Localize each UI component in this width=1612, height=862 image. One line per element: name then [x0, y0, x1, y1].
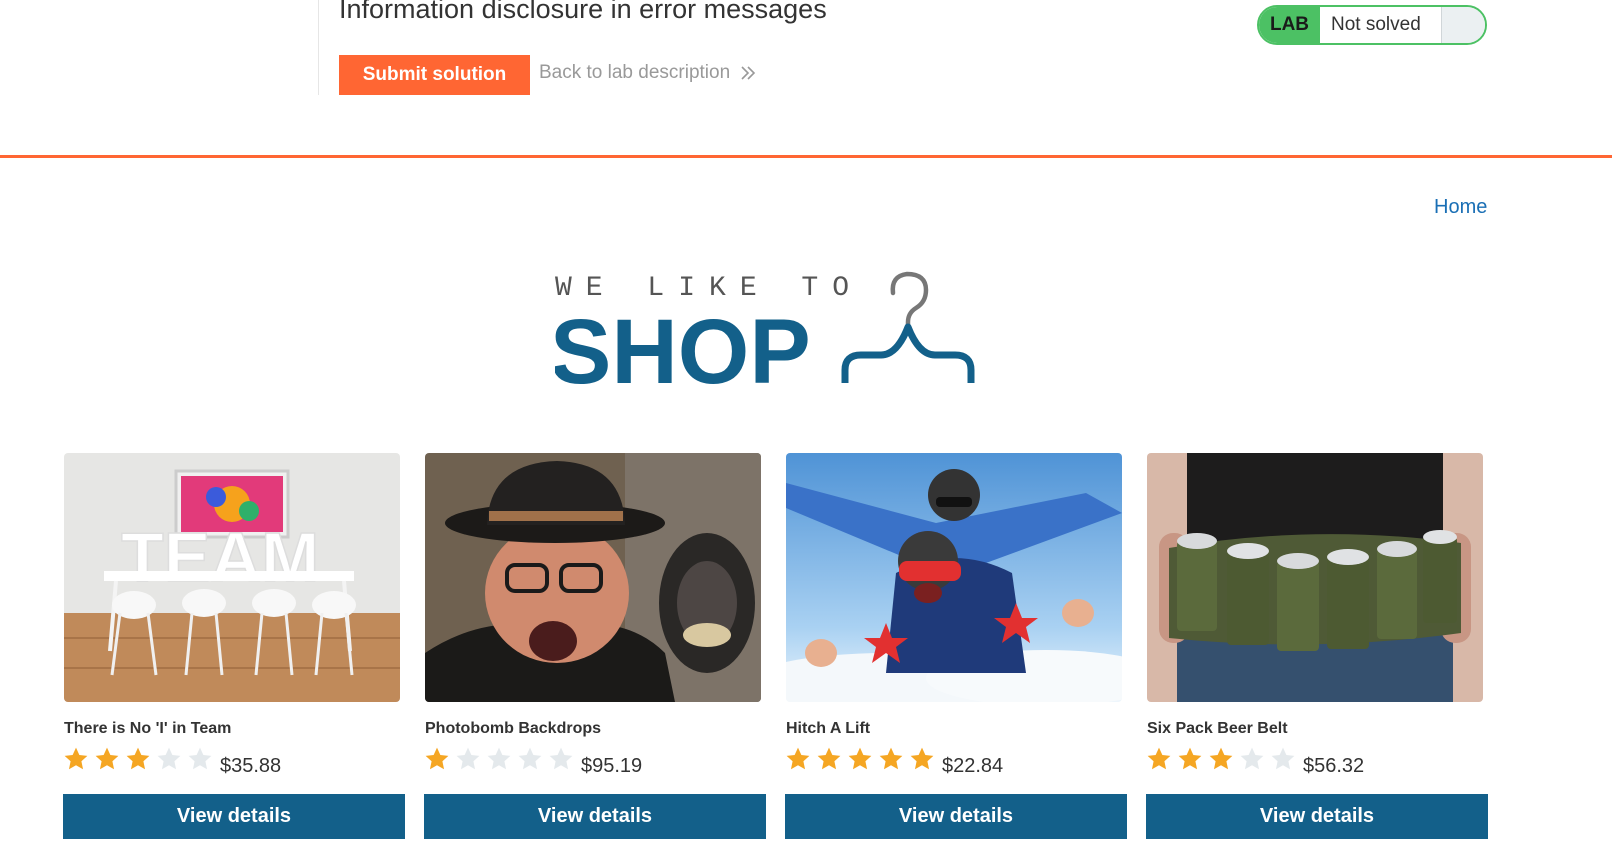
product-image-beer-belt[interactable]: [1147, 453, 1483, 702]
beer-belt-photo: [1147, 453, 1483, 702]
submit-solution-button[interactable]: Submit solution: [339, 55, 530, 95]
star-filled-icon: [126, 747, 150, 770]
star-rating: [63, 746, 218, 772]
star-filled-icon: [64, 747, 88, 770]
product-price: $95.19: [581, 755, 643, 777]
back-to-lab-description-link[interactable]: Back to lab description: [539, 62, 757, 84]
star-empty-icon: [157, 747, 181, 770]
back-link-label: Back to lab description: [539, 62, 731, 83]
star-filled-icon: [879, 747, 903, 770]
view-details-button[interactable]: View details: [63, 794, 405, 839]
lab-status-widget: LAB Not solved: [1257, 5, 1487, 45]
star-filled-icon: [786, 747, 810, 770]
star-filled-icon: [1178, 747, 1202, 770]
team-room-photo: TEAM: [64, 453, 400, 702]
logo-small-text: WE LIKE TO: [555, 273, 863, 304]
logo-big-text: SHOP: [555, 301, 811, 396]
product-image-team[interactable]: TEAM: [64, 453, 400, 702]
star-rating: [424, 746, 579, 772]
product-name: Photobomb Backdrops: [425, 720, 602, 737]
star-filled-icon: [1147, 747, 1171, 770]
star-filled-icon: [910, 747, 934, 770]
product-price: $56.32: [1303, 755, 1365, 777]
star-filled-icon: [848, 747, 872, 770]
view-details-button[interactable]: View details: [785, 794, 1127, 839]
star-empty-icon: [456, 747, 480, 770]
star-empty-icon: [549, 747, 573, 770]
star-empty-icon: [487, 747, 511, 770]
view-details-button[interactable]: View details: [1146, 794, 1488, 839]
product-image-hitch-a-lift[interactable]: [786, 453, 1122, 702]
svg-text:TEAM: TEAM: [121, 518, 319, 596]
star-empty-icon: [1240, 747, 1264, 770]
view-details-button[interactable]: View details: [424, 794, 766, 839]
star-empty-icon: [188, 747, 212, 770]
skydivers-photo: [786, 453, 1122, 702]
star-empty-icon: [1271, 747, 1295, 770]
star-filled-icon: [817, 747, 841, 770]
monkey-photobomb-photo: [425, 453, 761, 702]
double-chevron-right-icon: [741, 66, 756, 80]
shop-logo: WE LIKE TO SHOP: [555, 271, 975, 396]
product-name: Six Pack Beer Belt: [1147, 720, 1288, 737]
product-name: Hitch A Lift: [786, 720, 871, 737]
product-image-photobomb[interactable]: [425, 453, 761, 702]
lab-title: Information disclosure in error messages: [339, 0, 827, 24]
star-filled-icon: [425, 747, 449, 770]
star-filled-icon: [1209, 747, 1233, 770]
star-rating: [1146, 746, 1301, 772]
header-orange-rule: [0, 155, 1612, 158]
lab-header: Information disclosure in error messages…: [0, 0, 1612, 158]
nav-home-link[interactable]: Home: [1434, 196, 1487, 219]
star-filled-icon: [95, 747, 119, 770]
lab-badge: LAB: [1259, 7, 1320, 43]
lab-status-toggle: [1441, 7, 1485, 43]
lab-status-text: Not solved: [1331, 14, 1421, 35]
header-divider: [318, 0, 319, 95]
product-price: $22.84: [942, 755, 1004, 777]
star-rating: [785, 746, 940, 772]
product-price: $35.88: [220, 755, 282, 777]
star-empty-icon: [518, 747, 542, 770]
hanger-icon: [841, 271, 975, 383]
product-name: There is No 'I' in Team: [64, 720, 232, 737]
